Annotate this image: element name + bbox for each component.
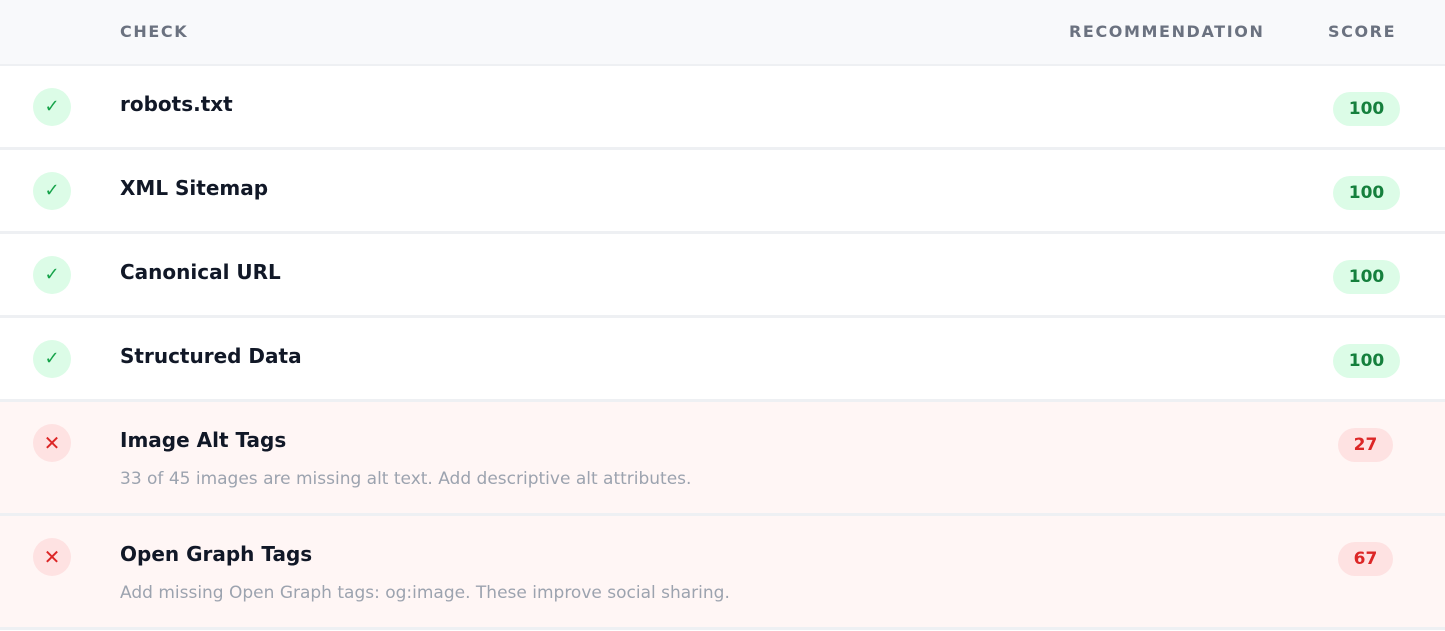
check-icon: ✓	[33, 256, 71, 294]
seo-checks-table: CHECK RECOMMENDATION SCORE ✓ robots.txt …	[0, 0, 1445, 630]
score-badge: 100	[1333, 260, 1400, 294]
score-badge: 27	[1338, 428, 1393, 462]
check-icon: ✓	[33, 340, 71, 378]
table-row: ✕ Image Alt Tags 33 of 45 images are mis…	[0, 402, 1445, 516]
x-icon: ✕	[33, 538, 71, 576]
x-icon: ✕	[33, 424, 71, 462]
check-name: Open Graph Tags	[120, 542, 313, 566]
check-name: XML Sitemap	[120, 176, 269, 200]
check-name: Structured Data	[120, 344, 302, 368]
column-header-check: CHECK	[120, 22, 189, 41]
table-row: ✓ Canonical URL 100	[0, 234, 1445, 318]
score-badge: 100	[1333, 92, 1400, 126]
score-badge: 67	[1338, 542, 1393, 576]
recommendation-text: Add missing Open Graph tags: og:image. T…	[120, 583, 730, 603]
recommendation-text: 33 of 45 images are missing alt text. Ad…	[120, 469, 692, 489]
column-header-score: SCORE	[1328, 22, 1397, 41]
score-badge: 100	[1333, 344, 1400, 378]
table-row: ✓ robots.txt 100	[0, 66, 1445, 150]
column-header-recommendation: RECOMMENDATION	[1069, 22, 1265, 41]
check-icon: ✓	[33, 172, 71, 210]
table-header: CHECK RECOMMENDATION SCORE	[0, 0, 1445, 66]
check-icon: ✓	[33, 88, 71, 126]
table-row: ✓ XML Sitemap 100	[0, 150, 1445, 234]
check-name: Image Alt Tags	[120, 428, 287, 452]
check-name: Canonical URL	[120, 260, 281, 284]
table-row: ✓ Structured Data 100	[0, 318, 1445, 402]
check-name: robots.txt	[120, 92, 233, 116]
score-badge: 100	[1333, 176, 1400, 210]
table-row: ✕ Open Graph Tags Add missing Open Graph…	[0, 516, 1445, 630]
